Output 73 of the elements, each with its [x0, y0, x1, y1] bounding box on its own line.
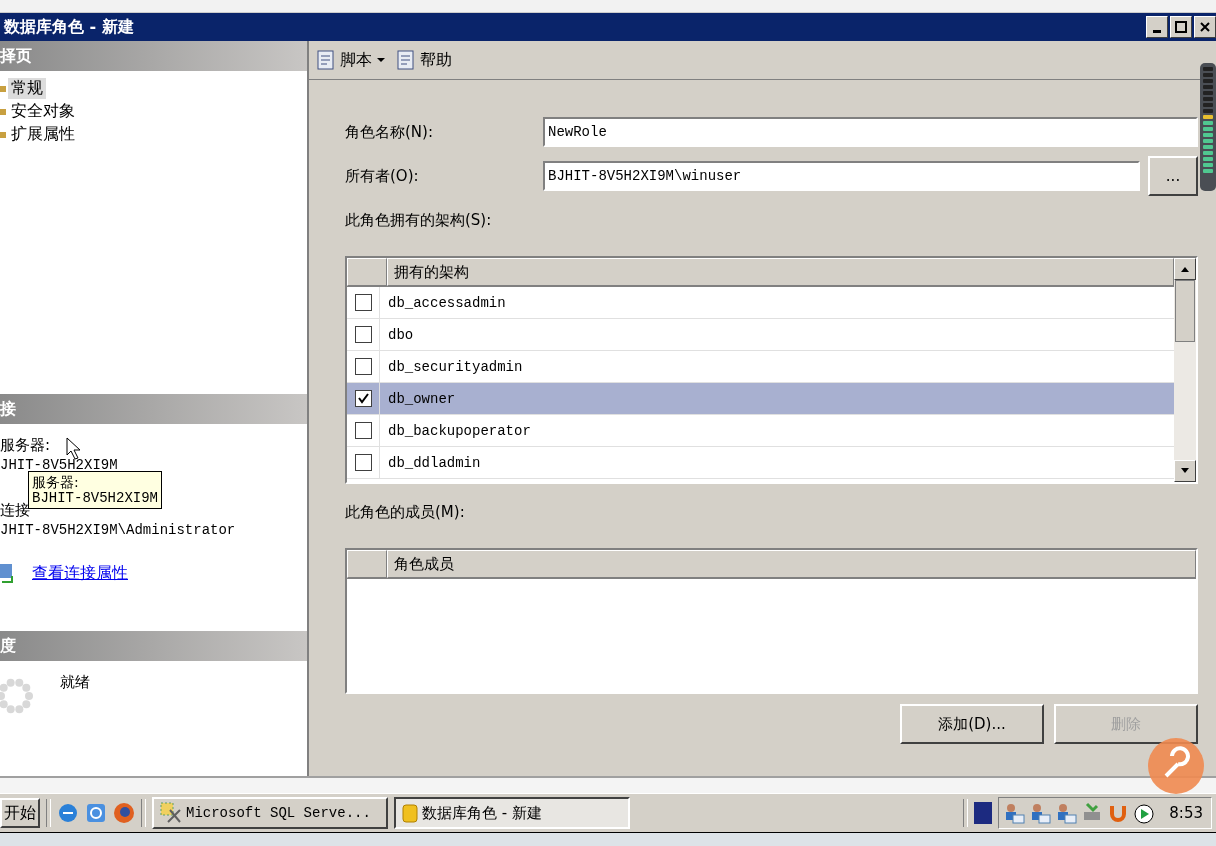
checkbox[interactable] — [354, 390, 372, 407]
minimize-icon — [1153, 29, 1161, 33]
tooltip-text: 服务器: — [32, 474, 80, 491]
page-icon — [0, 129, 6, 140]
add-button[interactable]: 添加(D)... — [900, 704, 1044, 744]
connection-label: 连接 — [0, 501, 30, 520]
section-label: 此角色拥有的架构(S): — [345, 210, 492, 230]
table-cell: db_backupoperator — [388, 422, 531, 439]
server-label: 服务器: — [0, 436, 51, 455]
database-icon — [402, 802, 418, 824]
field-label: 所有者(O): — [345, 166, 420, 186]
table-cell: dbo — [388, 326, 414, 343]
table-row[interactable]: dbo — [347, 319, 1174, 351]
section-header: 度 — [0, 631, 307, 661]
toolbar-button[interactable]: 帮助 — [395, 49, 452, 71]
user-icon[interactable] — [1003, 802, 1026, 824]
caret-icon[interactable] — [375, 56, 387, 64]
table-row[interactable]: db_backupoperator — [347, 415, 1174, 447]
table-row[interactable]: db_ddladmin — [347, 447, 1174, 479]
play-icon[interactable] — [1133, 802, 1156, 824]
scrollbar[interactable] — [1174, 258, 1196, 482]
checkbox[interactable] — [354, 326, 372, 343]
table-row[interactable]: db_accessadmin — [347, 287, 1174, 319]
minimize-button[interactable] — [1146, 16, 1168, 38]
toolbar-button[interactable]: 脚本 — [315, 49, 387, 71]
checkbox[interactable] — [354, 294, 372, 311]
start-button[interactable]: 开始 — [0, 798, 40, 828]
table-cell: db_securityadmin — [388, 358, 523, 375]
close-button[interactable] — [1194, 16, 1216, 38]
table-cell: db_ddladmin — [388, 454, 481, 471]
user-icon[interactable] — [1055, 802, 1078, 824]
section-label: 此角色的成员(M): — [345, 502, 465, 522]
column-header: 角色成员 — [387, 550, 1196, 578]
checkbox[interactable] — [354, 454, 372, 471]
column-header: 拥有的架构 — [387, 258, 1174, 286]
down-arrow-icon[interactable] — [1180, 468, 1190, 474]
role-name-field[interactable]: NewRole — [543, 117, 1198, 147]
up-arrow-icon[interactable] — [1180, 266, 1190, 272]
status-text: 就绪 — [60, 673, 90, 693]
close-icon — [1200, 22, 1210, 32]
tooltip-text: BJHIT-8V5H2XI9M — [32, 490, 159, 507]
tools-icon — [160, 802, 182, 824]
taskbar-button[interactable]: 数据库角色 - 新建 — [394, 797, 630, 829]
page-item[interactable]: 扩展属性 — [8, 124, 78, 145]
table-row[interactable]: db_owner — [347, 383, 1174, 415]
maximize-button[interactable] — [1170, 16, 1192, 38]
page-item[interactable]: 安全对象 — [8, 101, 78, 122]
connection-properties-icon — [0, 562, 16, 584]
table-cell: db_accessadmin — [388, 294, 506, 311]
table-row[interactable]: db_securityadmin — [347, 351, 1174, 383]
connection-value: JHIT-8V5H2XI9M\Administrator — [0, 522, 236, 538]
section-header: 接 — [0, 394, 307, 424]
mouse-cursor-icon — [66, 437, 82, 461]
user-icon[interactable] — [1029, 802, 1052, 824]
server-value: JHIT-8V5H2XI9M — [0, 457, 118, 473]
volume-meter-icon — [1200, 63, 1216, 191]
field-label: 角色名称(N): — [345, 122, 434, 142]
connection-properties-link[interactable]: 查看连接属性 — [32, 562, 128, 584]
clock: 8:53 — [1169, 804, 1203, 822]
wrench-icon[interactable] — [1146, 736, 1206, 796]
page-item[interactable]: 常规 — [8, 78, 46, 99]
checkbox[interactable] — [354, 422, 372, 439]
maximize-icon — [1175, 21, 1187, 33]
taskbar-button[interactable]: Microsoft SQL Serve... — [152, 797, 388, 829]
checkbox[interactable] — [354, 358, 372, 375]
window-title: 数据库角色 - 新建 — [4, 16, 134, 38]
browse-button[interactable]: ... — [1148, 156, 1198, 196]
owner-field[interactable]: BJHIT-8V5H2XI9M\winuser — [543, 161, 1140, 191]
page-icon — [0, 83, 6, 94]
page-icon — [0, 106, 6, 117]
table-cell: db_owner — [388, 390, 456, 407]
section-header: 择页 — [0, 41, 307, 71]
document-icon — [395, 49, 417, 71]
